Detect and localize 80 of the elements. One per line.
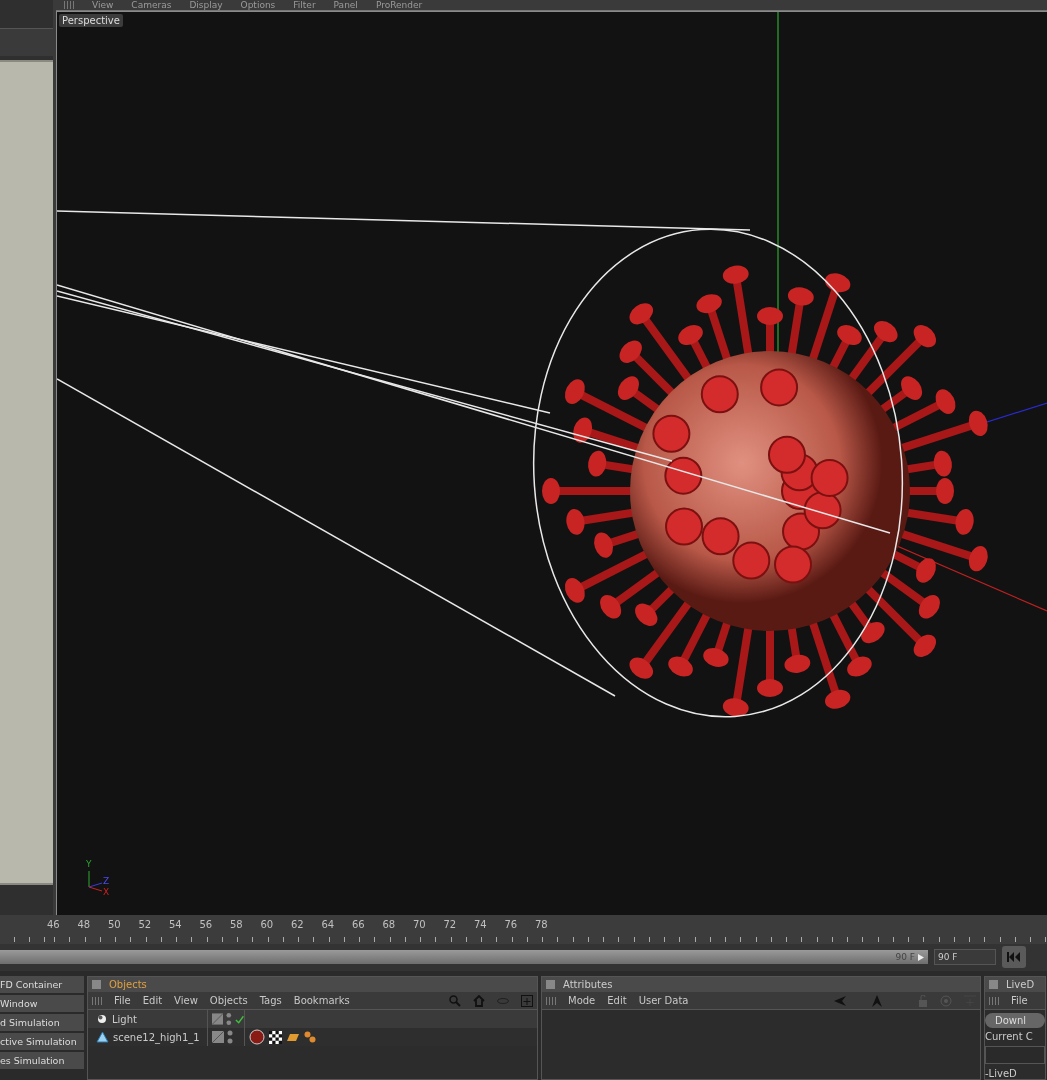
frame-number: 60 <box>259 918 275 932</box>
camera-label[interactable]: Perspective <box>59 14 123 27</box>
field-label: Current C <box>985 1031 1034 1042</box>
simulation-menu-entry[interactable]: Window <box>0 995 84 1012</box>
visibility-dots-icon[interactable] <box>227 1030 233 1044</box>
layer-icon[interactable] <box>212 1013 224 1025</box>
skip-to-start-icon <box>1007 952 1021 963</box>
object-name[interactable]: Light <box>112 1013 137 1025</box>
menu-item[interactable]: Filter <box>293 0 316 11</box>
menu-item[interactable]: Mode <box>568 995 596 1006</box>
frame-number: 52 <box>137 918 153 932</box>
menu-item[interactable]: ProRender <box>375 0 423 11</box>
frame-number: 74 <box>472 918 488 932</box>
input-field[interactable] <box>985 1046 1045 1064</box>
menu-item[interactable]: User Data <box>638 995 689 1006</box>
menu-item[interactable]: Options <box>240 0 276 11</box>
new-window-icon[interactable] <box>521 994 533 1007</box>
menu-item[interactable]: Cameras <box>131 0 172 11</box>
simulation-menu-entry[interactable]: FD Container <box>0 976 84 993</box>
grip-icon <box>64 1 74 9</box>
polygon-object-icon <box>96 1031 109 1043</box>
menu-item[interactable]: Display <box>189 0 223 11</box>
menu-item[interactable]: Bookmarks <box>293 995 350 1006</box>
panel-title: Attributes <box>563 979 613 990</box>
light-icon <box>96 1013 108 1025</box>
end-frame-label: 90 F <box>895 952 915 963</box>
menu-item[interactable]: File <box>1011 995 1028 1006</box>
menu-item[interactable]: View <box>92 0 114 11</box>
home-icon[interactable] <box>473 994 485 1007</box>
search-icon[interactable] <box>449 994 461 1007</box>
uv-tag-icon[interactable] <box>286 1032 300 1042</box>
timeline-ruler[interactable]: 46 48 50 52 54 56 58 60 62 64 66 68 70 72 74 76 78 <box>0 915 1047 944</box>
frame-number: 68 <box>381 918 397 932</box>
frame-number: 76 <box>503 918 519 932</box>
menu-item[interactable]: Objects <box>209 995 248 1006</box>
frame-number: 70 <box>411 918 427 932</box>
menu-item[interactable]: Tags <box>259 995 282 1006</box>
menu-item[interactable]: Edit <box>142 995 163 1006</box>
frame-number: 54 <box>167 918 183 932</box>
tree-item[interactable]: -LiveD <box>985 1068 1045 1079</box>
eye-icon[interactable] <box>497 997 509 1004</box>
end-frame-field[interactable]: 90 F <box>934 949 996 966</box>
checker-tag-icon[interactable] <box>269 1030 282 1044</box>
spheres-tag-icon[interactable] <box>304 1031 316 1043</box>
play-triangle-icon <box>918 954 924 961</box>
simulation-menu-entry[interactable]: ctive Simulation <box>0 1033 84 1050</box>
visibility-dots-icon[interactable] <box>226 1012 232 1026</box>
frame-number: 50 <box>106 918 122 932</box>
target-icon[interactable] <box>940 994 952 1007</box>
layer-icon[interactable] <box>212 1031 224 1043</box>
go-to-start-button[interactable] <box>1002 946 1026 969</box>
frame-number: 72 <box>442 918 458 932</box>
up-arrow-icon[interactable] <box>872 994 882 1007</box>
menu-item[interactable]: Panel <box>333 0 358 11</box>
frame-number: 58 <box>228 918 244 932</box>
simulation-menu-entry[interactable]: es Simulation <box>0 1052 84 1069</box>
frame-number: 62 <box>289 918 305 932</box>
panel-icon <box>92 980 101 989</box>
lock-icon[interactable] <box>918 994 928 1007</box>
panel-icon <box>546 980 555 989</box>
menu-item[interactable]: View <box>174 995 198 1006</box>
frame-number: 66 <box>350 918 366 932</box>
panel-title: Objects <box>109 979 147 990</box>
frame-number: 46 <box>45 918 61 932</box>
back-arrow-icon[interactable] <box>834 995 846 1006</box>
simulation-menu-entry[interactable]: d Simulation <box>0 1014 84 1031</box>
panel-icon <box>989 980 998 989</box>
menu-item[interactable]: Edit <box>607 995 627 1006</box>
frame-number: 48 <box>76 918 92 932</box>
frame-number: 78 <box>533 918 549 932</box>
material-tag-icon[interactable] <box>249 1029 265 1045</box>
check-icon[interactable] <box>234 1014 244 1024</box>
frame-number: 64 <box>320 918 336 932</box>
menu-item[interactable]: File <box>114 995 131 1006</box>
download-button[interactable]: Downl <box>985 1013 1045 1028</box>
frame-number: 56 <box>198 918 214 932</box>
panel-title: LiveD <box>1006 979 1035 990</box>
viewport[interactable]: Perspective Y Z X <box>56 11 1047 916</box>
object-name[interactable]: scene12_high1_1 <box>113 1031 200 1043</box>
panel-tab[interactable] <box>0 28 53 56</box>
